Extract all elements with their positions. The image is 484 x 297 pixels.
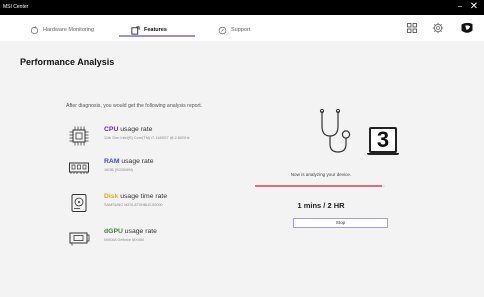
grid-icon[interactable] (406, 22, 418, 34)
metric-key: Disk (104, 193, 119, 200)
msi-logo-icon[interactable] (459, 20, 475, 36)
metric-suffix: usage time rate (120, 193, 168, 200)
metric-key: CPU (104, 126, 119, 133)
metric-suffix: usage rate (121, 158, 154, 165)
features-icon (131, 25, 140, 35)
active-tab-indicator (119, 35, 195, 37)
ram-icon (69, 162, 89, 174)
metric-detail: 11th Gen Intel(R) Core(TM) i7-1165G7 @ 2… (104, 136, 190, 140)
main-content: Performance Analysis After diagnosis, yo… (0, 41, 484, 297)
disk-icon (71, 194, 87, 212)
metric-heading: RAM usage rate (104, 158, 154, 165)
metric-key: dGPU (104, 228, 123, 235)
stop-button[interactable]: Stop (293, 218, 388, 228)
minimize-icon[interactable]: − (455, 2, 465, 12)
metric-heading: Disk usage time rate (104, 193, 167, 200)
metric-detail: SAMSUNG MZVL8T0HBLB-00000 (104, 203, 163, 207)
close-icon[interactable]: ✕ (468, 1, 480, 13)
metric-cpu: CPU usage rate 11th Gen Intel(R) Core(TM… (68, 125, 268, 147)
tab-label: Support (231, 27, 251, 33)
app-title: MSI Center (3, 4, 29, 10)
tab-label: Features (144, 27, 167, 33)
tab-label: Hardware Monitoring (43, 27, 95, 33)
support-icon (218, 26, 227, 34)
metric-suffix: usage rate (124, 228, 157, 235)
page-title: Performance Analysis (20, 57, 115, 67)
progress-fill (255, 185, 383, 187)
refresh-icon (30, 25, 39, 34)
intro-text: After diagnosis, you would get the follo… (66, 103, 203, 109)
metric-key: RAM (104, 158, 120, 165)
metric-heading: dGPU usage rate (104, 228, 157, 235)
elapsed-time: 1 mins / 2 HR (297, 201, 345, 210)
gpu-icon (69, 232, 90, 246)
cpu-icon (69, 126, 89, 146)
title-bar: MSI Center − ✕ (0, 0, 484, 15)
metric-suffix: usage rate (120, 126, 153, 133)
analysis-status: Now is analyzing your device. (290, 172, 352, 177)
settings-icon[interactable] (432, 22, 444, 34)
analysis-progress-bar (255, 185, 385, 187)
metric-detail: NVIDIA Geforce MX450 (104, 238, 145, 242)
metric-heading: CPU usage rate (104, 126, 152, 133)
metric-detail: 16GB (SODIMM) (104, 168, 133, 172)
metric-dgpu: dGPU usage rate NVIDIA Geforce MX450 (68, 227, 268, 249)
count-box-base (367, 152, 399, 155)
metric-ram: RAM usage rate 16GB (SODIMM) (68, 157, 268, 179)
tab-hardware-monitoring[interactable]: Hardware Monitoring (30, 21, 94, 39)
stethoscope-icon (319, 108, 351, 153)
tab-support[interactable]: Support (218, 21, 250, 39)
issue-count-box: 3 (369, 127, 397, 153)
metric-disk: Disk usage time rate SAMSUNG MZVL8T0HBLB… (68, 192, 268, 214)
